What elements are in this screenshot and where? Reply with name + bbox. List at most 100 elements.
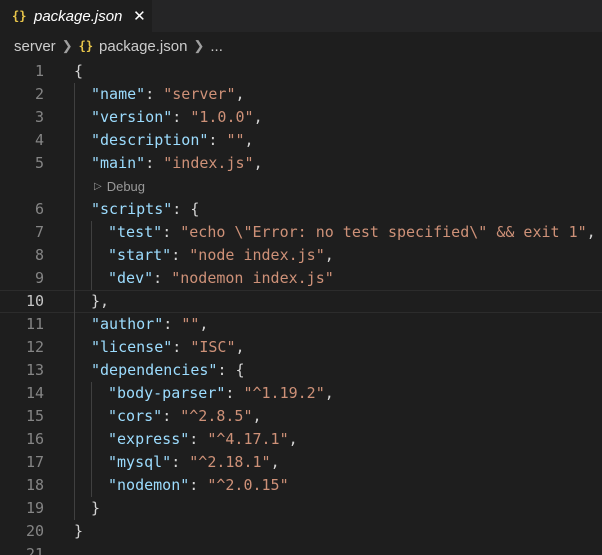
line-number: 6 <box>34 200 44 218</box>
code-line[interactable]: 7 "test": "echo \"Error: no test specifie… <box>0 221 602 244</box>
code-text: "nodemon": "^2.0.15" <box>108 474 289 497</box>
json-string: "^2.8.5" <box>180 407 253 425</box>
indent-guide <box>74 129 75 152</box>
indent-guide <box>74 359 75 382</box>
json-file-icon: {} <box>12 9 27 23</box>
indent-guide <box>91 405 92 428</box>
indent-guide <box>74 382 75 405</box>
line-number: 5 <box>34 154 44 172</box>
code-line[interactable]: 9 "dev": "nodemon index.js" <box>0 267 602 290</box>
json-string: "^2.18.1" <box>189 453 271 471</box>
code-text: "name": "server", <box>91 83 245 106</box>
json-punctuation: : <box>208 131 227 149</box>
json-punctuation: , <box>199 315 209 333</box>
indent-guide <box>91 451 92 474</box>
code-text: { <box>74 60 83 83</box>
play-icon: ▷ <box>94 181 102 192</box>
json-punctuation: } <box>91 499 101 517</box>
code-line[interactable]: 16 "express": "^4.17.1", <box>0 428 602 451</box>
breadcrumb-more[interactable]: ... <box>210 38 223 55</box>
indent-guide <box>74 267 75 290</box>
indent-guide <box>74 336 75 359</box>
json-key: "version" <box>91 108 173 126</box>
codelens-debug-link[interactable]: ▷ Debug <box>94 179 145 194</box>
code-line[interactable]: 3 "version": "1.0.0", <box>0 106 602 129</box>
line-number: 14 <box>25 384 44 402</box>
line-number: 3 <box>34 108 44 126</box>
breadcrumb-folder[interactable]: server <box>14 38 56 55</box>
json-key: "dependencies" <box>91 361 218 379</box>
json-punctuation: , <box>253 108 263 126</box>
indent-guide <box>91 474 92 497</box>
code-text: "version": "1.0.0", <box>91 106 263 129</box>
code-line[interactable]: 5 "main": "index.js", <box>0 152 602 175</box>
indent-guide <box>74 221 75 244</box>
json-key: "express" <box>108 430 190 448</box>
json-punctuation: , <box>235 338 245 356</box>
json-string: "^4.17.1" <box>207 430 289 448</box>
indent-guide <box>91 267 92 290</box>
json-key: "license" <box>91 338 173 356</box>
code-line[interactable]: 18 "nodemon": "^2.0.15" <box>0 474 602 497</box>
indent-guide <box>74 497 75 520</box>
line-number: 7 <box>34 223 44 241</box>
json-key: "test" <box>108 223 163 241</box>
code-text: "author": "", <box>91 313 208 336</box>
json-punctuation: : <box>189 430 208 448</box>
breadcrumb: server ❯ {} package.json ❯ ... <box>0 32 602 60</box>
line-number: 9 <box>34 269 44 287</box>
line-number: 17 <box>25 453 44 471</box>
code-line[interactable]: 15 "cors": "^2.8.5", <box>0 405 602 428</box>
code-editor[interactable]: 1{ 2 "name": "server", 3 "version": "1.0.0",… <box>0 60 602 555</box>
json-string: "" <box>181 315 200 333</box>
indent-guide <box>74 198 75 221</box>
close-icon[interactable]: ✕ <box>132 7 146 25</box>
json-key: "author" <box>91 315 164 333</box>
json-punctuation: : { <box>217 361 245 379</box>
tab-package-json[interactable]: {} package.json ✕ <box>0 0 152 32</box>
json-key: "start" <box>108 246 172 264</box>
code-line[interactable]: 21 <box>0 543 602 555</box>
code-text: "license": "ISC", <box>91 336 245 359</box>
indent-guide <box>74 175 75 198</box>
indent-guide <box>91 221 92 244</box>
code-line[interactable]: 20} <box>0 520 602 543</box>
code-line[interactable]: 11 "author": "", <box>0 313 602 336</box>
breadcrumb-file[interactable]: package.json <box>99 38 187 55</box>
json-key: "description" <box>91 131 209 149</box>
code-line[interactable]: 12 "license": "ISC", <box>0 336 602 359</box>
code-line[interactable]: 6 "scripts": { <box>0 198 602 221</box>
code-line[interactable]: 1{ <box>0 60 602 83</box>
json-punctuation: : <box>163 315 182 333</box>
line-number: 10 <box>25 292 44 310</box>
line-number: 2 <box>34 85 44 103</box>
indent-guide <box>91 244 92 267</box>
code-line[interactable]: 19} <box>0 497 602 520</box>
json-punctuation: , <box>252 407 262 425</box>
code-text: "test": "echo \"Error: no test specified… <box>108 221 596 244</box>
tab-bar: {} package.json ✕ <box>0 0 602 32</box>
json-punctuation: : <box>145 154 164 172</box>
line-number: 19 <box>25 499 44 517</box>
code-line[interactable]: 8 "start": "node index.js", <box>0 244 602 267</box>
indent-guide <box>74 474 75 497</box>
json-string: "" <box>226 131 245 149</box>
json-punctuation: : <box>225 384 244 402</box>
codelens-debug[interactable]: ▷ Debug <box>0 175 602 198</box>
json-punctuation: : <box>145 85 164 103</box>
indent-guide <box>74 451 75 474</box>
json-punctuation: : <box>162 407 181 425</box>
code-text: "main": "index.js", <box>91 152 263 175</box>
json-punctuation: , <box>235 85 245 103</box>
code-line[interactable]: 17 "mysql": "^2.18.1", <box>0 451 602 474</box>
tab-label: package.json <box>34 7 123 25</box>
json-string: "ISC" <box>190 338 236 356</box>
json-punctuation: , <box>253 154 263 172</box>
code-line[interactable]: 14 "body-parser": "^1.19.2", <box>0 382 602 405</box>
code-line[interactable]: 4 "description": "", <box>0 129 602 152</box>
code-line[interactable]: 2 "name": "server", <box>0 83 602 106</box>
code-line[interactable]: 13 "dependencies": { <box>0 359 602 382</box>
code-line[interactable]: 10}, <box>0 290 602 313</box>
code-text: "scripts": { <box>91 198 199 221</box>
json-key: "body-parser" <box>108 384 226 402</box>
